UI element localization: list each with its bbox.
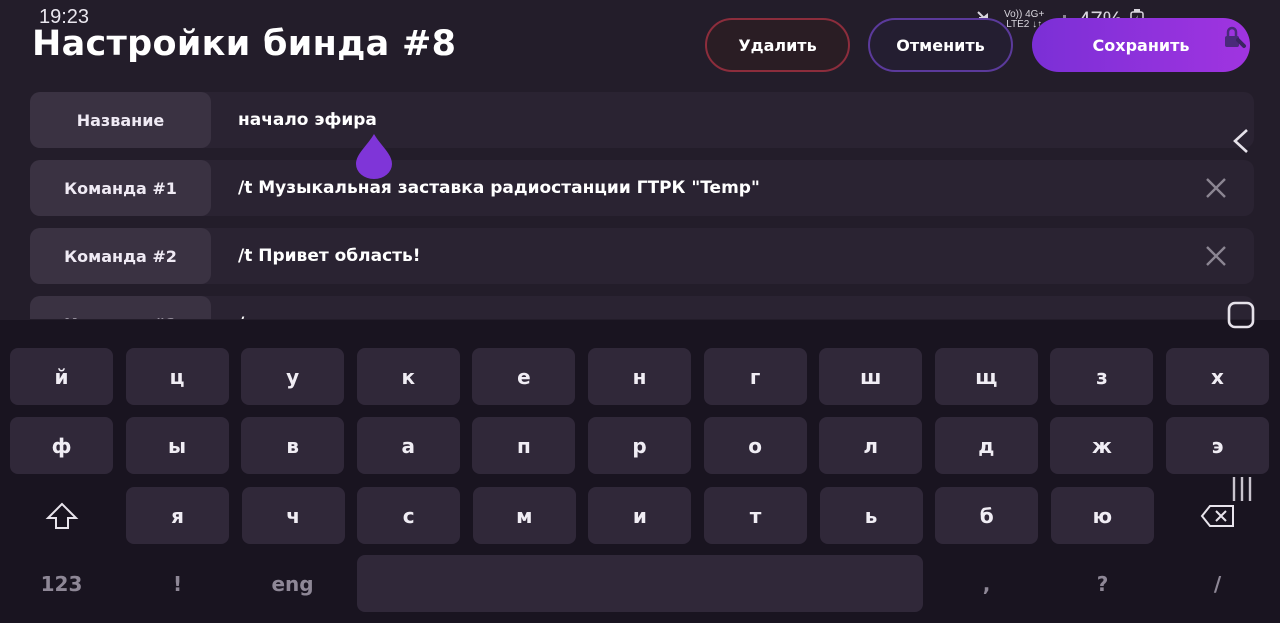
- key-х[interactable]: х: [1166, 348, 1269, 405]
- lock-icon: [1225, 26, 1246, 48]
- comma-key[interactable]: ,: [935, 555, 1038, 612]
- key-н[interactable]: н: [588, 348, 691, 405]
- backspace-icon: [1200, 504, 1234, 527]
- key-о[interactable]: о: [703, 417, 807, 474]
- key-м[interactable]: м: [472, 487, 576, 544]
- home-icon[interactable]: [1226, 300, 1256, 330]
- numbers-key[interactable]: 123: [10, 555, 113, 612]
- save-button[interactable]: Сохранить: [1032, 18, 1250, 72]
- key-з[interactable]: з: [1050, 348, 1154, 405]
- key-и[interactable]: и: [588, 487, 692, 544]
- key-ф[interactable]: ф: [10, 417, 113, 474]
- shift-icon: [45, 502, 78, 529]
- key-к[interactable]: к: [356, 348, 460, 405]
- key-ь[interactable]: ь: [819, 487, 923, 544]
- question-key[interactable]: ?: [1051, 555, 1154, 612]
- shift-key[interactable]: [10, 487, 113, 544]
- key-я[interactable]: я: [126, 487, 229, 544]
- space-key[interactable]: [357, 555, 923, 612]
- row-label: Команда #3: [30, 296, 211, 319]
- key-л[interactable]: л: [819, 417, 923, 474]
- key-й[interactable]: й: [10, 348, 113, 405]
- delete-button[interactable]: Удалить: [705, 18, 850, 72]
- key-г[interactable]: г: [703, 348, 807, 405]
- key-ы[interactable]: ы: [125, 417, 229, 474]
- key-ч[interactable]: ч: [241, 487, 345, 544]
- close-icon[interactable]: [1204, 244, 1228, 268]
- key-р[interactable]: р: [588, 417, 691, 474]
- key-д[interactable]: д: [934, 417, 1038, 474]
- cancel-button[interactable]: Отменить: [868, 18, 1013, 72]
- key-с[interactable]: с: [357, 487, 461, 544]
- page-title: Настройки бинда #8: [32, 24, 457, 64]
- row-label: Команда #1: [30, 160, 211, 216]
- recent-apps-icon[interactable]: [1228, 475, 1256, 503]
- row-label: Команда #2: [30, 228, 211, 284]
- key-ц[interactable]: ц: [125, 348, 229, 405]
- key-э[interactable]: э: [1166, 417, 1269, 474]
- key-ю[interactable]: ю: [1050, 487, 1154, 544]
- command-input[interactable]: /t Привет область!: [238, 228, 421, 284]
- row-label: Название: [30, 92, 211, 148]
- exclamation-key[interactable]: !: [126, 555, 229, 612]
- command-row[interactable]: Команда #1 /t Музыкальная заставка радио…: [30, 160, 1254, 216]
- key-а[interactable]: а: [356, 417, 460, 474]
- close-icon[interactable]: [1204, 176, 1228, 200]
- key-е[interactable]: е: [472, 348, 576, 405]
- slash-key[interactable]: /: [1166, 555, 1269, 612]
- key-п[interactable]: п: [472, 417, 576, 474]
- command-row[interactable]: Команда #3 /: [30, 296, 1254, 319]
- keyboard: йцукенгшщзх фывапролджэ ячсмитьбю 123 ! …: [0, 320, 1280, 623]
- text-cursor-handle[interactable]: [355, 132, 393, 180]
- key-б[interactable]: б: [935, 487, 1039, 544]
- key-ш[interactable]: ш: [819, 348, 923, 405]
- key-щ[interactable]: щ: [934, 348, 1038, 405]
- key-у[interactable]: у: [241, 348, 345, 405]
- language-key[interactable]: eng: [241, 555, 344, 612]
- command-input[interactable]: /t Музыкальная заставка радиостанции ГТР…: [238, 160, 760, 216]
- key-ж[interactable]: ж: [1050, 417, 1154, 474]
- back-icon[interactable]: [1230, 127, 1252, 155]
- key-в[interactable]: в: [241, 417, 345, 474]
- name-row[interactable]: Название начало эфира: [30, 92, 1254, 148]
- command-input[interactable]: /: [238, 296, 244, 319]
- key-т[interactable]: т: [704, 487, 807, 544]
- bind-fields: Название начало эфира Команда #1 /t Музы…: [30, 92, 1254, 319]
- command-row[interactable]: Команда #2 /t Привет область!: [30, 228, 1254, 284]
